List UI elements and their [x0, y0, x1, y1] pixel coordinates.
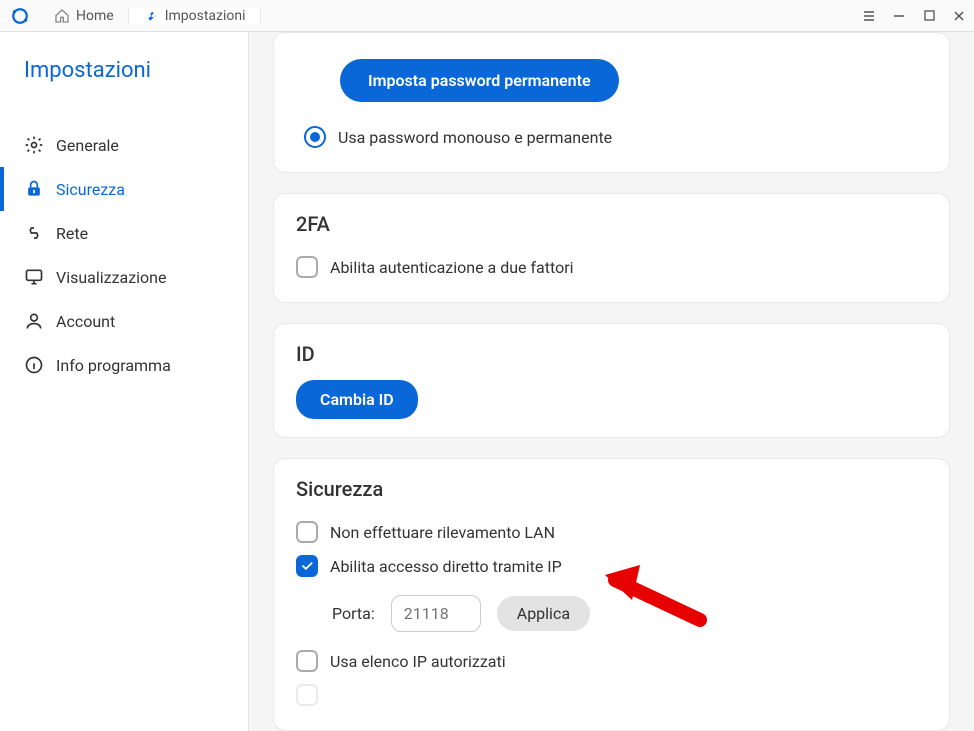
port-row: Porta: Applica [296, 583, 927, 644]
enable-2fa-checkbox[interactable]: Abilita autenticazione a due fattori [296, 250, 927, 284]
direct-ip-checkbox[interactable]: Abilita accesso diretto tramite IP [296, 549, 927, 583]
sidebar-item-network[interactable]: Rete [0, 211, 248, 255]
hamburger-icon [862, 9, 876, 23]
lock-icon [24, 179, 44, 199]
checkbox-label: Abilita accesso diretto tramite IP [330, 557, 562, 576]
checkbox-icon [296, 521, 318, 543]
checkbox-label: Usa elenco IP autorizzati [330, 652, 506, 671]
truncated-checkbox[interactable] [296, 678, 927, 712]
sidebar-item-label: Info programma [56, 356, 171, 375]
whitelist-checkbox[interactable]: Usa elenco IP autorizzati [296, 644, 927, 678]
security-card: Sicurezza Non effettuare rilevamento LAN… [273, 458, 950, 731]
sidebar: Impostazioni Generale Sicurezza Rete Vis… [0, 32, 249, 731]
card-title: ID [296, 342, 927, 366]
sidebar-item-display[interactable]: Visualizzazione [0, 255, 248, 299]
tab-settings-label: Impostazioni [165, 8, 246, 24]
checkbox-label: Abilita autenticazione a due fattori [330, 258, 574, 277]
main-content: Imposta password permanente Usa password… [249, 32, 974, 731]
info-icon [24, 355, 44, 375]
link-icon [24, 223, 44, 243]
checkbox-checked-icon [296, 555, 318, 577]
titlebar-left: Home Impostazioni [0, 0, 261, 31]
close-button[interactable] [944, 0, 974, 32]
set-password-wrap: Imposta password permanente [304, 59, 927, 102]
tab-home[interactable]: Home [40, 8, 129, 24]
port-label: Porta: [332, 604, 375, 623]
close-icon [953, 10, 965, 22]
user-icon [24, 311, 44, 331]
radio-label: Usa password monouso e permanente [338, 128, 612, 147]
sidebar-item-label: Generale [56, 136, 119, 155]
checkbox-icon [296, 650, 318, 672]
maximize-button[interactable] [914, 0, 944, 32]
sidebar-title: Impostazioni [0, 50, 248, 107]
twofa-card: 2FA Abilita autenticazione a due fattori [273, 193, 950, 303]
layout: Impostazioni Generale Sicurezza Rete Vis… [0, 32, 974, 731]
sidebar-item-label: Account [56, 312, 115, 331]
sidebar-item-general[interactable]: Generale [0, 123, 248, 167]
check-icon [300, 559, 314, 573]
checkbox-label: Non effettuare rilevamento LAN [330, 523, 555, 542]
sidebar-item-account[interactable]: Account [0, 299, 248, 343]
app-logo [0, 7, 40, 25]
id-card: ID Cambia ID [273, 323, 950, 438]
home-icon [54, 8, 70, 24]
radio-icon [304, 126, 326, 148]
card-title: 2FA [296, 212, 927, 236]
titlebar: Home Impostazioni [0, 0, 974, 32]
checkbox-icon [296, 684, 318, 706]
minimize-icon [893, 10, 905, 22]
apply-port-button[interactable]: Applica [497, 596, 590, 631]
monitor-icon [24, 267, 44, 287]
tab-home-label: Home [76, 8, 114, 24]
radio-use-both[interactable]: Usa password monouso e permanente [304, 120, 927, 154]
password-card: Imposta password permanente Usa password… [273, 32, 950, 173]
lan-discovery-checkbox[interactable]: Non effettuare rilevamento LAN [296, 515, 927, 549]
card-title: Sicurezza [296, 477, 927, 501]
change-id-button[interactable]: Cambia ID [296, 380, 418, 419]
sidebar-item-label: Visualizzazione [56, 268, 167, 287]
gear-icon [24, 135, 44, 155]
sidebar-item-label: Sicurezza [56, 180, 125, 199]
sidebar-nav: Generale Sicurezza Rete Visualizzazione … [0, 123, 248, 387]
checkbox-icon [296, 256, 318, 278]
logo-icon [11, 7, 29, 25]
port-input[interactable] [391, 595, 481, 632]
menu-button[interactable] [854, 0, 884, 32]
sidebar-item-about[interactable]: Info programma [0, 343, 248, 387]
sidebar-item-security[interactable]: Sicurezza [0, 167, 248, 211]
window-controls [854, 0, 974, 31]
minimize-button[interactable] [884, 0, 914, 32]
maximize-icon [924, 10, 935, 21]
wrench-icon [143, 8, 159, 24]
sidebar-item-label: Rete [56, 224, 88, 243]
set-permanent-password-button[interactable]: Imposta password permanente [340, 59, 619, 102]
tab-settings[interactable]: Impostazioni [129, 8, 261, 24]
